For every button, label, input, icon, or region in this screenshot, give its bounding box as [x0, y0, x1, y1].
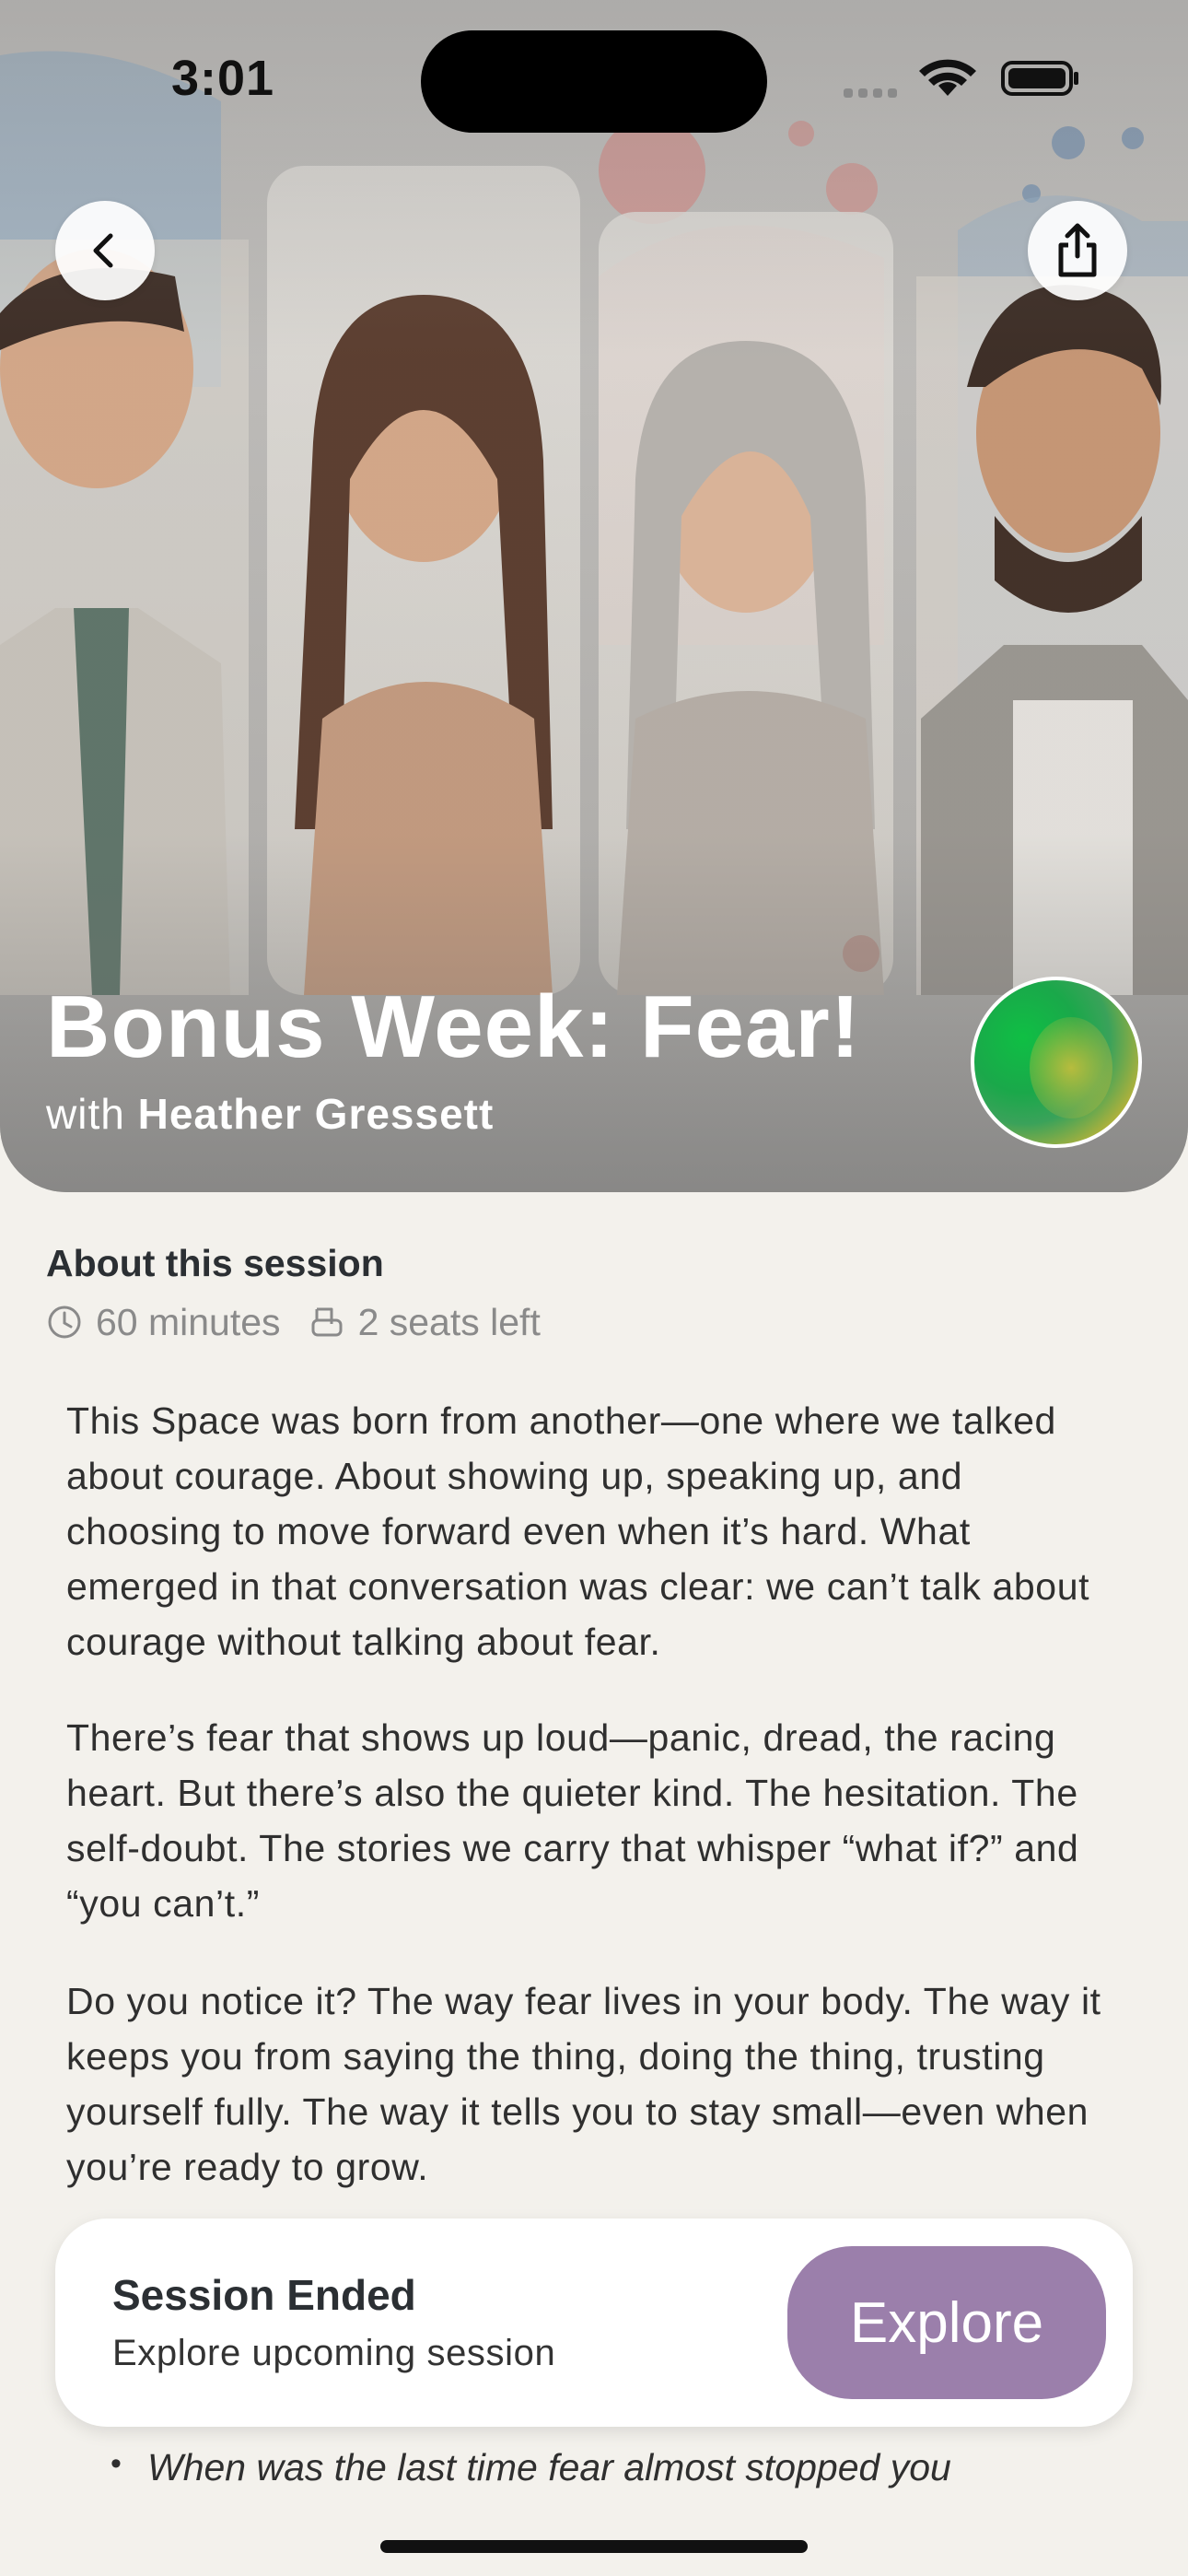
status-indicators	[844, 59, 1078, 98]
reflection-bullet: When was the last time fear almost stopp…	[111, 2446, 951, 2489]
host-avatar[interactable]	[971, 977, 1142, 1148]
signal-icon	[844, 88, 897, 98]
host-prefix: with	[46, 1090, 125, 1138]
share-button[interactable]	[1028, 201, 1127, 300]
status-time: 3:01	[171, 51, 275, 106]
description-paragraph: There’s fear that shows up loud—panic, d…	[66, 1716, 1079, 1925]
seat-icon	[309, 1304, 345, 1341]
host-name: Heather Gressett	[137, 1090, 495, 1138]
share-icon	[1058, 223, 1097, 277]
battery-icon	[1001, 61, 1078, 96]
chevron-left-icon	[93, 233, 113, 268]
session-host: with Heather Gressett	[46, 1089, 494, 1139]
status-bar: 3:01	[0, 0, 1188, 157]
dynamic-island	[421, 30, 767, 133]
explore-button[interactable]: Explore	[787, 2246, 1106, 2399]
home-indicator[interactable]	[380, 2540, 808, 2553]
seats-text: 2 seats left	[357, 1300, 541, 1343]
session-ended-card: Session Ended Explore upcoming session E…	[55, 2219, 1133, 2427]
duration-text: 60 minutes	[96, 1300, 281, 1343]
description-paragraph: Do you notice it? The way fear lives in …	[66, 1980, 1101, 2188]
session-hero: Bonus Week: Fear! with Heather Gressett	[0, 0, 1188, 1192]
session-title: Bonus Week: Fear!	[46, 978, 861, 1076]
card-title: Session Ended	[112, 2271, 416, 2319]
description-paragraph: This Space was born from another—one whe…	[66, 1399, 1090, 1663]
back-button[interactable]	[55, 201, 155, 300]
session-meta: 60 minutes 2 seats left	[46, 1299, 541, 1345]
wifi-icon	[919, 59, 976, 96]
about-heading: About this session	[46, 1242, 384, 1284]
clock-icon	[46, 1304, 83, 1341]
card-subtitle: Explore upcoming session	[112, 2333, 556, 2373]
